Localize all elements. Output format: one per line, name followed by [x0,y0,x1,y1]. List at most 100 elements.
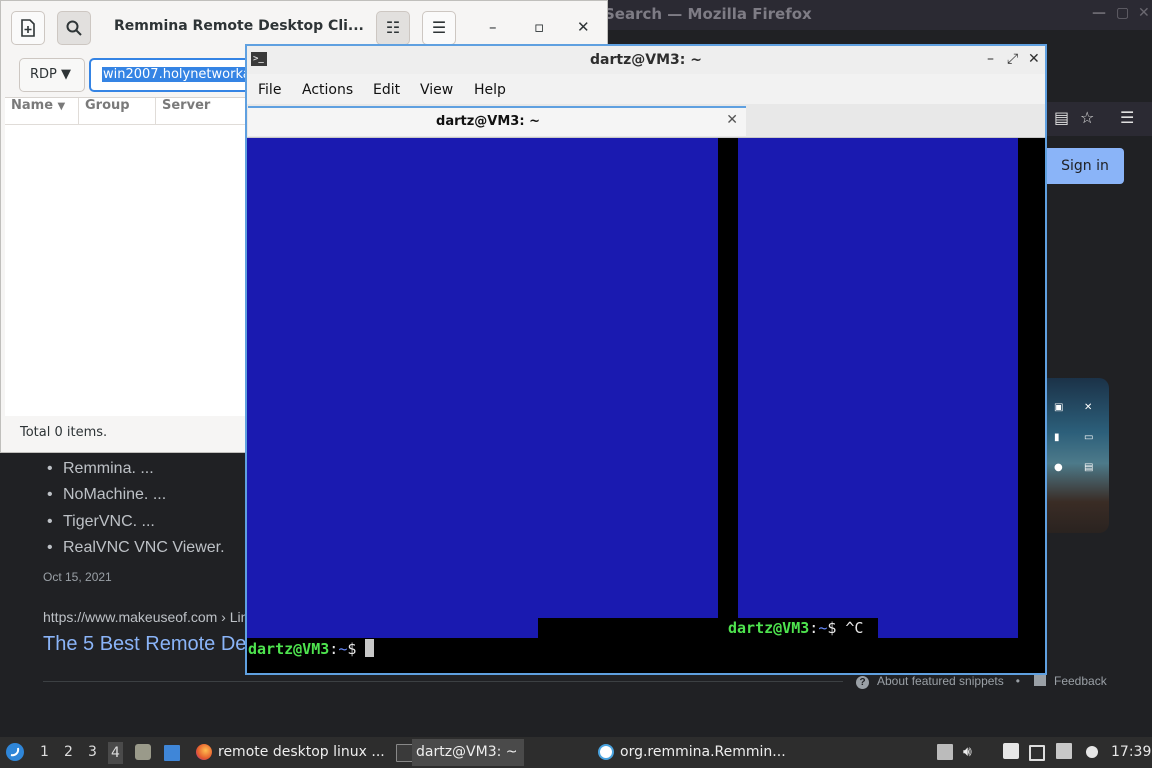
list-item: TigerVNC. ... [47,513,155,531]
search-icon [66,20,82,36]
tools-icon: ✕ [1084,402,1093,413]
volume-icon[interactable]: 🔊︎ [963,744,972,760]
clipboard-icon[interactable] [1003,743,1019,759]
terminal-minimize-icon[interactable]: – [987,51,994,67]
remmina-window-title: Remmina Remote Desktop Cli... [114,18,364,34]
feedback-icon [1034,675,1046,686]
remmina-close-icon[interactable]: ✕ [577,18,590,36]
feedback-link[interactable]: Feedback [1034,674,1107,688]
firefox-close-icon[interactable]: ✕ [1138,5,1150,21]
feedback-label: Feedback [1054,674,1107,688]
prompt-symbol: $ [827,619,837,637]
remmina-maximize-icon[interactable]: ▫ [534,18,544,36]
taskbar: 1 2 3 4 remote desktop linux ... dartz@V… [0,737,1152,768]
reader-view-icon[interactable]: ▤ [1054,108,1069,127]
terminal-titlebar: >_ dartz@VM3: ~ – ⤢ ✕ [247,46,1045,74]
column-name-label: Name [11,98,54,113]
text-cursor [365,639,375,657]
menu-edit[interactable]: Edit [373,82,400,98]
taskbar-task-terminal[interactable]: dartz@VM3: ~ [412,739,524,766]
menu-help[interactable]: Help [474,82,506,98]
terminal-tab-label: dartz@VM3: ~ [436,114,540,129]
result-url[interactable]: https://www.makeuseof.com › Lin [43,609,248,625]
terminal-prompt-line: dartz@VM3:~$ ^C [728,619,863,637]
app-icon: ▣ [1054,402,1064,413]
workspace-3[interactable]: 3 [88,744,97,760]
tab-close-icon[interactable]: ✕ [726,112,738,128]
terminal-blue-region [738,138,1018,618]
workspace-4[interactable]: 4 [108,742,123,764]
monitor-icon: ▭ [1084,432,1094,443]
taskbar-task-firefox[interactable]: remote desktop linux ... [218,744,385,760]
divider [43,681,843,682]
separator-dot: • [1015,674,1020,688]
notification-icon[interactable] [1056,743,1072,759]
menu-actions[interactable]: Actions [302,82,353,98]
list-item: Remmina. ... [47,460,154,478]
new-connection-button[interactable] [11,11,45,45]
menu-file[interactable]: File [258,82,281,98]
file-manager-icon[interactable] [135,744,151,760]
terminal-close-icon[interactable]: ✕ [1028,51,1040,67]
terminal-blue-region [247,618,538,638]
server-input-value: win2007.holynetworka [102,67,252,82]
taskbar-task-remmina[interactable]: org.remmina.Remmin... [620,744,786,760]
keyboard-layout-icon[interactable] [937,744,953,760]
terminal-window-title: dartz@VM3: ~ [590,52,702,68]
terminal-maximize-icon[interactable]: ⤢ [1007,51,1018,67]
result-title-link[interactable]: The 5 Best Remote De [43,633,246,656]
column-header-name[interactable]: Name ▼ [5,98,79,124]
hamburger-menu-icon[interactable]: ☰ [1120,108,1134,127]
terminal-tab[interactable]: dartz@VM3: ~ ✕ [248,106,746,136]
about-featured-snippets-link[interactable]: ? About featured snippets • [856,674,1020,689]
prompt-path: ~ [818,619,828,637]
terminal-blue-region [247,138,718,618]
prompt-path: ~ [338,640,348,658]
sign-in-button[interactable]: Sign in [1046,148,1124,184]
protocol-dropdown[interactable]: RDP ▼ [19,58,85,92]
sort-down-icon: ▼ [57,101,66,112]
terminal-tabbar: dartz@VM3: ~ ✕ [247,104,1045,138]
bookmark-star-icon[interactable]: ☆ [1080,108,1094,127]
terminal-menubar: File Actions Edit View Help [247,74,1045,104]
terminal-blue-region [878,618,1018,638]
clock[interactable]: 17:39 [1111,744,1151,760]
protocol-value: RDP [30,67,57,82]
result-date: Oct 15, 2021 [43,570,112,584]
list-view-toggle-button[interactable]: ☷ [376,11,410,45]
add-file-icon [21,19,35,37]
firefox-maximize-icon[interactable]: ▢ [1116,5,1129,21]
menu-view[interactable]: View [420,82,453,98]
terminal-output[interactable]: dartz@VM3:~$ ^C dartz@VM3:~$ [247,138,1045,673]
list-item: RealVNC VNC Viewer. [47,539,225,557]
prompt-separator: : [809,619,819,637]
workspace-2[interactable]: 2 [64,744,73,760]
start-menu-icon[interactable] [5,742,25,762]
status-indicator-icon[interactable] [1086,746,1098,758]
terminal-prompt-line: dartz@VM3:~$ [248,639,375,658]
remmina-icon [598,744,614,760]
remmina-minimize-icon[interactable]: – [489,18,497,36]
search-button[interactable] [57,11,91,45]
about-featured-snippets-label: About featured snippets [877,674,1004,688]
firefox-window-title: Search — Mozilla Firefox [604,5,812,23]
list-view-icon: ☷ [385,18,401,37]
main-menu-button[interactable]: ☰ [422,11,456,45]
firefox-toolbar: ▤ ☆ ☰ [1046,102,1152,136]
network-icon[interactable] [1029,745,1045,761]
chevron-down-icon: ▼ [61,67,72,82]
list-item: NoMachine. ... [47,486,166,504]
firefox-titlebar: Search — Mozilla Firefox — ▢ ✕ [600,0,1152,30]
interrupt-text: ^C [845,619,864,637]
hamburger-menu-icon: ☰ [431,18,447,37]
app-icon: ▮ [1054,432,1060,443]
prompt-user: dartz@VM3 [248,640,330,658]
column-header-group[interactable]: Group [79,98,156,124]
terminal-window: >_ dartz@VM3: ~ – ⤢ ✕ File Actions Edit … [245,44,1047,675]
workspace-1[interactable]: 1 [40,744,49,760]
firefox-minimize-icon[interactable]: — [1092,5,1106,21]
status-text: Total 0 items. [20,425,108,440]
show-desktop-icon[interactable] [164,745,180,761]
prompt-separator: : [329,640,339,658]
column-header-server[interactable]: Server [156,98,246,124]
